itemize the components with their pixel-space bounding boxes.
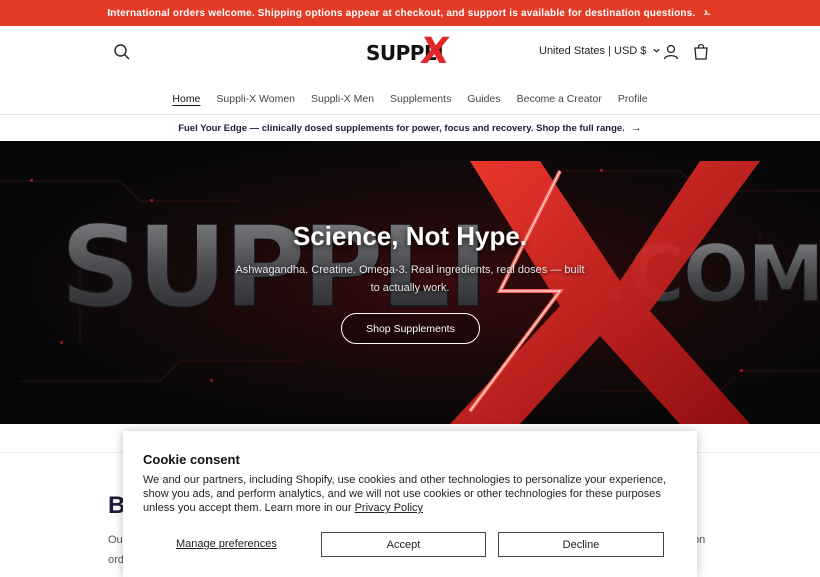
previous-announcement-chevron-icon[interactable]: ‹ [107,5,111,19]
logo-x-mark: X [418,31,452,72]
nav-item-home[interactable]: Home [164,88,208,114]
section-text-line-1: Ou [108,534,123,546]
nav-item-supplements[interactable]: Supplements [382,88,459,114]
cookie-consent-title: Cookie consent [143,452,240,467]
account-icon[interactable] [662,43,680,61]
promo-banner[interactable]: Fuel Your Edge — clinically dosed supple… [0,115,820,141]
shop-supplements-button[interactable]: Shop Supplements [341,313,480,344]
nav-item-become-a-creator[interactable]: Become a Creator [509,88,610,114]
cart-icon[interactable] [692,43,710,61]
search-icon[interactable] [112,42,132,62]
promo-text: Fuel Your Edge — clinically dosed supple… [178,122,625,134]
nav-item-guides[interactable]: Guides [459,88,508,114]
cookie-consent-dialog: Cookie consent We and our partners, incl… [123,431,697,577]
manage-preferences-link[interactable]: Manage preferences [176,538,277,550]
hero-banner: SUPPLI .COM Science, Not Hype. Ashwagand… [0,141,820,424]
hero-title: Science, Not Hype. [292,221,528,251]
privacy-policy-link[interactable]: Privacy Policy [355,502,423,514]
cookie-consent-body: We and our partners, including Shopify, … [143,473,683,515]
nav-item-suppli-x-women[interactable]: Suppli-X Women [208,88,303,114]
section-text-line-2: ord [108,554,124,566]
chevron-down-icon [652,46,661,57]
announcement-bar: ‹ International orders welcome. Shipping… [0,0,820,26]
nav-item-profile[interactable]: Profile [610,88,656,114]
main-nav: Home Suppli-X Women Suppli-X Men Supplem… [0,88,820,114]
next-announcement-chevron-icon[interactable]: › [704,5,708,19]
site-logo[interactable]: SUPPLI X [366,31,456,73]
announcement-text[interactable]: International orders welcome. Shipping o… [107,8,695,19]
promo-arrow-icon: → [630,122,642,134]
hero-subtitle: Ashwagandha. Creatine. Omega-3. Real ing… [235,264,585,294]
nav-item-suppli-x-men[interactable]: Suppli-X Men [303,88,382,114]
site-header: SUPPLI X United States | USD $ [0,26,820,88]
decline-cookies-button[interactable]: Decline [498,532,664,557]
country-label: United States | USD $ [539,45,647,57]
accept-cookies-button[interactable]: Accept [321,532,486,557]
country-currency-selector[interactable]: United States | USD $ [539,45,661,57]
